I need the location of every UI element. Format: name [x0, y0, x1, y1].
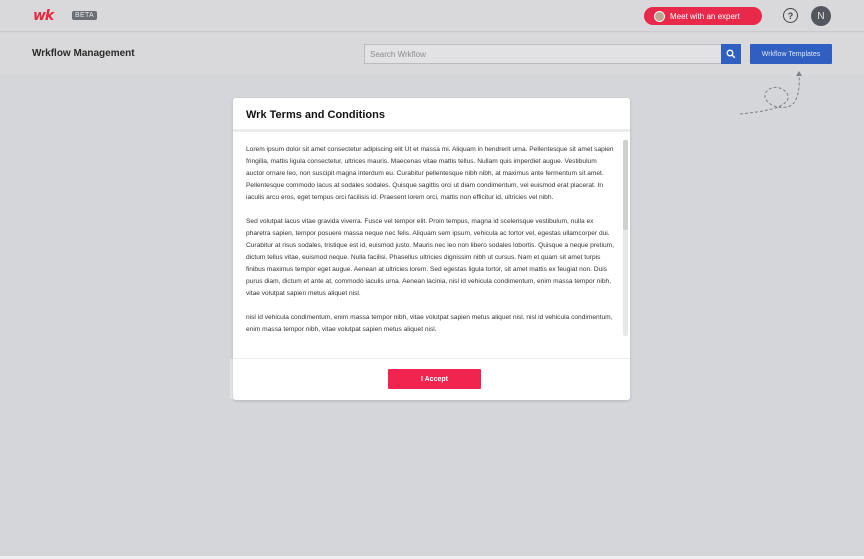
- dashed-arrow-icon: [739, 71, 802, 115]
- beta-badge: BETA: [72, 11, 97, 20]
- help-icon[interactable]: ?: [783, 8, 798, 23]
- expert-avatar: [654, 10, 665, 22]
- meet-expert-label: Meet with an expert: [670, 11, 740, 21]
- modal-title: Wrk Terms and Conditions: [246, 109, 385, 121]
- terms-paragraph: Sed volutpat lacus vitae gravida viverra…: [246, 218, 614, 297]
- search-input[interactable]: Search Wrkflow: [364, 44, 722, 64]
- terms-modal: Wrk Terms and Conditions Lorem ipsum dol…: [233, 98, 630, 400]
- terms-paragraph: nisl id vehicula condimentum, enim massa…: [246, 314, 613, 333]
- modal-footer-divider: [233, 358, 630, 359]
- top-bar: wk BETA Meet with an expert ? N: [0, 0, 864, 32]
- page-title: Wrkflow Management: [32, 48, 135, 59]
- meet-expert-button[interactable]: Meet with an expert: [644, 7, 762, 25]
- search-button[interactable]: [721, 44, 741, 64]
- scrollbar-thumb[interactable]: [623, 140, 628, 230]
- wrk-logo[interactable]: wk: [33, 8, 54, 24]
- wrkflow-templates-button[interactable]: Wrkflow Templates: [750, 44, 832, 64]
- search-icon: [726, 49, 736, 59]
- accept-button[interactable]: I Accept: [388, 369, 481, 389]
- user-avatar[interactable]: N: [811, 6, 831, 26]
- sub-header: Wrkflow Management Search Wrkflow Wrkflo…: [0, 33, 864, 75]
- terms-text[interactable]: Lorem ipsum dolor sit amet consectetur a…: [246, 144, 614, 358]
- modal-divider: [233, 129, 630, 132]
- terms-paragraph: Lorem ipsum dolor sit amet consectetur a…: [246, 146, 614, 201]
